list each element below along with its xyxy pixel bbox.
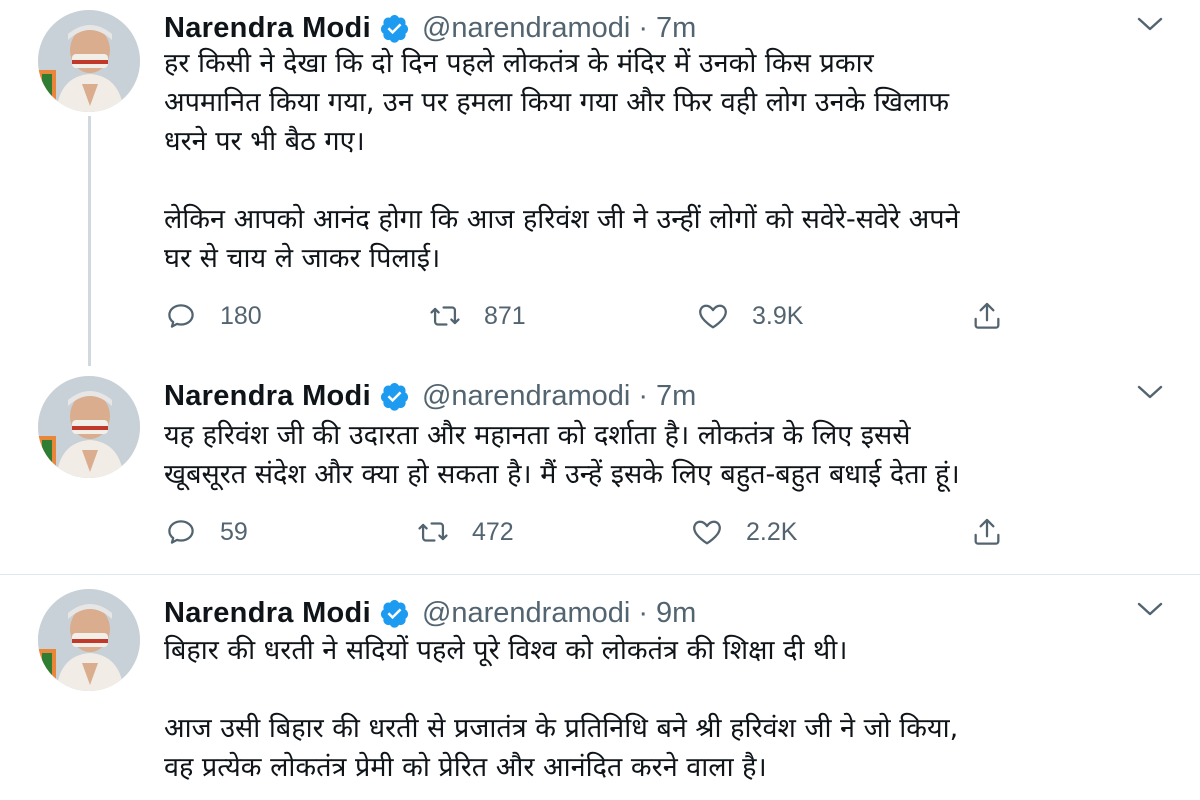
avatar-image: [38, 10, 140, 112]
heart-icon: [699, 304, 727, 329]
verified-badge-icon: [379, 381, 410, 412]
reply-button[interactable]: 180: [164, 296, 262, 336]
avatar-image: [38, 589, 140, 691]
separator-dot: ·: [638, 11, 648, 44]
tweet-text: यह हरिवंश जी की उदारता और महानता को दर्श…: [164, 420, 960, 490]
retweet-icon: [418, 522, 448, 542]
tweet-header: Narendra Modi @narendramodi · 7m: [164, 8, 696, 48]
timestamp[interactable]: 7m: [656, 380, 696, 413]
heart-icon: [693, 520, 721, 545]
author-handle[interactable]: @narendramodi: [422, 380, 630, 413]
chevron-down-icon[interactable]: [1136, 382, 1164, 402]
reply-icon: [168, 520, 194, 544]
separator-dot: ·: [638, 596, 648, 629]
verified-badge-icon: [379, 13, 410, 44]
author-name[interactable]: Narendra Modi: [164, 597, 371, 630]
tweet-3[interactable]: Narendra Modi @narendramodi · 9m बिहार क…: [0, 575, 1200, 800]
chevron-down-icon[interactable]: [1136, 14, 1164, 34]
reply-button[interactable]: 59: [164, 512, 248, 552]
avatar[interactable]: [38, 589, 140, 691]
verified-badge-icon: [379, 598, 410, 629]
timestamp[interactable]: 9m: [656, 597, 696, 630]
tweet-text: बिहार की धरती ने सदियों पहले पूरे विश्व …: [164, 635, 959, 783]
avatar[interactable]: [38, 376, 140, 478]
tweet-2[interactable]: Narendra Modi @narendramodi · 7m यह हरिव…: [0, 362, 1200, 572]
tweet-1[interactable]: Narendra Modi @narendramodi · 7m हर किसी…: [0, 0, 1200, 366]
action-bar: 180 871 3.9K: [164, 296, 1164, 336]
retweet-count: 472: [472, 517, 514, 546]
tweet-header: Narendra Modi @narendramodi · 9m: [164, 593, 696, 633]
author-handle[interactable]: @narendramodi: [422, 12, 630, 45]
thread-line: [88, 116, 91, 366]
share-button[interactable]: [970, 296, 1004, 336]
avatar[interactable]: [38, 10, 140, 112]
reply-icon: [168, 304, 194, 328]
separator-dot: ·: [638, 379, 648, 412]
reply-count: 180: [220, 301, 262, 330]
tweet-header: Narendra Modi @narendramodi · 7m: [164, 376, 696, 416]
author-handle[interactable]: @narendramodi: [422, 597, 630, 630]
action-bar: 59 472 2.2K: [164, 512, 1164, 552]
share-icon: [974, 302, 1000, 329]
like-count: 3.9K: [752, 301, 804, 330]
chevron-down-icon[interactable]: [1136, 599, 1164, 619]
like-button[interactable]: 2.2K: [690, 512, 797, 552]
tweet-text: हर किसी ने देखा कि दो दिन पहले लोकतंत्र …: [164, 48, 960, 274]
timestamp[interactable]: 7m: [656, 12, 696, 45]
author-name[interactable]: Narendra Modi: [164, 380, 371, 413]
avatar-image: [38, 376, 140, 478]
share-button[interactable]: [970, 512, 1004, 552]
reply-count: 59: [220, 517, 248, 546]
like-count: 2.2K: [746, 517, 798, 546]
retweet-button[interactable]: 472: [416, 512, 514, 552]
retweet-count: 871: [484, 301, 526, 330]
retweet-button[interactable]: 871: [428, 296, 526, 336]
retweet-icon: [430, 306, 460, 326]
author-name[interactable]: Narendra Modi: [164, 12, 371, 45]
like-button[interactable]: 3.9K: [696, 296, 803, 336]
share-icon: [974, 518, 1000, 545]
